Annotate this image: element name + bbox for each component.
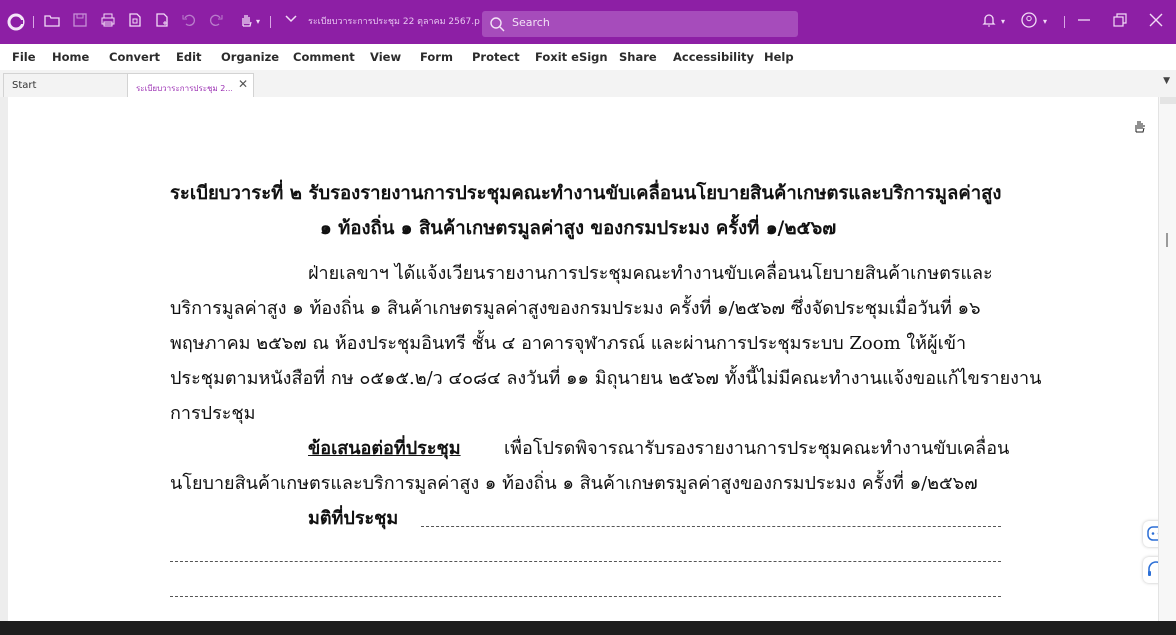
resolution-label: มติที่ประชุม bbox=[308, 508, 399, 529]
menu-view[interactable]: View bbox=[370, 50, 401, 64]
bell-icon[interactable] bbox=[979, 12, 999, 32]
document-page[interactable]: ระเบียบวาระที่ ๒ รับรองรายงานการประชุมคณ… bbox=[0, 97, 1158, 621]
search-box[interactable]: Search bbox=[482, 11, 798, 37]
redo-icon[interactable] bbox=[206, 12, 226, 32]
print-icon[interactable] bbox=[98, 12, 118, 32]
hand-cursor-icon bbox=[1135, 121, 1145, 133]
title-bar: ▾ ระเบียบวาระการประชุม 22 ตุลาคม 2567.pd… bbox=[0, 0, 1176, 44]
body-paragraph-line: ฝ่ายเลขาฯ ได้แจ้งเวียนรายงานการประชุมคณะ… bbox=[308, 263, 993, 284]
undo-icon[interactable] bbox=[179, 12, 199, 32]
search-input[interactable]: Search bbox=[512, 16, 550, 29]
proposal-label: ข้อเสนอต่อที่ประชุม bbox=[308, 438, 461, 459]
body-paragraph-line: การประชุม bbox=[170, 403, 256, 424]
proposal-text-line: นโยบายสินค้าเกษตรและบริการมูลค่าสูง ๑ ท้… bbox=[170, 473, 978, 494]
new-document-icon[interactable] bbox=[152, 12, 172, 32]
body-paragraph-line: ประชุมตามหนังสือที่ กษ ๐๕๑๕.๒/ว ๔๐๘๔ ลงว… bbox=[170, 368, 1042, 389]
scrollbar-top[interactable] bbox=[1160, 97, 1176, 104]
toolbar-separator bbox=[1064, 16, 1065, 28]
restore-icon[interactable] bbox=[1110, 12, 1130, 32]
menu-file[interactable]: File bbox=[12, 50, 36, 64]
save-icon[interactable] bbox=[70, 12, 90, 32]
close-icon[interactable] bbox=[1146, 12, 1166, 32]
chevron-down-icon[interactable] bbox=[281, 12, 301, 32]
agenda-heading-line2: ๑ ท้องถิ่น ๑ สินค้าเกษตรมูลค่าสูง ของกรม… bbox=[320, 218, 837, 239]
search-icon bbox=[490, 17, 505, 32]
account-icon[interactable] bbox=[1019, 12, 1039, 32]
scrollbar-thumb[interactable] bbox=[1166, 233, 1168, 247]
menu-form[interactable]: Form bbox=[420, 50, 453, 64]
resolution-dotted-line bbox=[421, 526, 1001, 527]
body-paragraph-line: พฤษภาคม ๒๕๖๗ ณ ห้องประชุมอินทรี ชั้น ๔ อ… bbox=[170, 333, 967, 354]
chevron-down-icon[interactable]: ▾ bbox=[1039, 12, 1051, 32]
close-tab-icon[interactable]: ✕ bbox=[238, 77, 248, 91]
menu-help[interactable]: Help bbox=[764, 50, 794, 64]
open-folder-icon[interactable] bbox=[42, 12, 62, 32]
menu-organize[interactable]: Organize bbox=[221, 50, 279, 64]
menu-convert[interactable]: Convert bbox=[109, 50, 160, 64]
chevron-down-icon[interactable]: ▾ bbox=[997, 12, 1009, 32]
tab-document[interactable]: ระเบียบวาระการประชุม 2... ✕ bbox=[127, 73, 254, 98]
body-paragraph-line: บริการมูลค่าสูง ๑ ท้องถิ่น ๑ สินค้าเกษตร… bbox=[170, 298, 981, 319]
create-pdf-icon[interactable] bbox=[125, 12, 145, 32]
menu-share[interactable]: Share bbox=[619, 50, 657, 64]
minimize-icon[interactable] bbox=[1074, 12, 1094, 32]
agenda-heading-line1: ระเบียบวาระที่ ๒ รับรองรายงานการประชุมคณ… bbox=[170, 183, 1002, 204]
tab-start[interactable]: Start bbox=[3, 73, 128, 98]
tab-list-dropdown-icon[interactable]: ▼ bbox=[1163, 76, 1170, 86]
menu-bar: File Home Convert Edit Organize Comment … bbox=[0, 44, 1176, 70]
resolution-dotted-line bbox=[170, 561, 1001, 562]
vertical-scrollbar[interactable] bbox=[1158, 97, 1176, 621]
document-title: ระเบียบวาระการประชุม 22 ตุลาคม 2567.pdf … bbox=[308, 17, 480, 27]
tab-label: Start bbox=[12, 80, 37, 91]
toolbar-separator bbox=[33, 16, 34, 28]
proposal-text-line: เพื่อโปรดพิจารณารับรองรายงานการประชุมคณะ… bbox=[504, 438, 1010, 459]
tab-label: ระเบียบวาระการประชุม 2... bbox=[136, 84, 232, 93]
foxit-logo-icon[interactable] bbox=[6, 12, 26, 32]
menu-accessibility[interactable]: Accessibility bbox=[673, 50, 754, 64]
resolution-dotted-line bbox=[170, 596, 1001, 597]
chevron-down-icon[interactable]: ▾ bbox=[252, 12, 264, 32]
toolbar-separator bbox=[270, 16, 271, 28]
menu-edit[interactable]: Edit bbox=[176, 50, 202, 64]
menu-home[interactable]: Home bbox=[52, 50, 89, 64]
tab-bar: Start ระเบียบวาระการประชุม 2... ✕ ▼ bbox=[0, 70, 1176, 98]
menu-protect[interactable]: Protect bbox=[472, 50, 520, 64]
menu-comment[interactable]: Comment bbox=[293, 50, 355, 64]
taskbar-strip bbox=[0, 621, 1176, 635]
menu-foxit-esign[interactable]: Foxit eSign bbox=[535, 50, 608, 64]
